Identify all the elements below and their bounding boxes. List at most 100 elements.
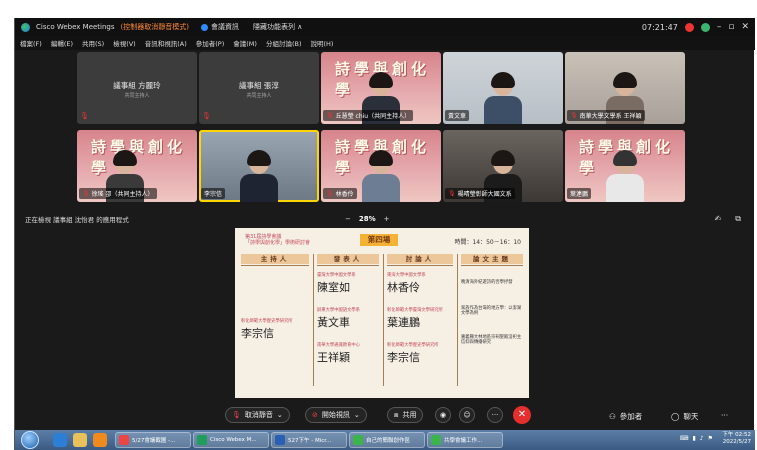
system-clock[interactable]: 下午 02:52 2022/5/27 — [722, 432, 751, 446]
annotate-icon[interactable]: ✍ — [715, 214, 722, 224]
more-options-button[interactable]: ··· — [487, 407, 503, 423]
view-options-icon[interactable]: ⧉ — [735, 214, 741, 224]
start-video-button[interactable]: ⊘ 開始視訊 ⌄ — [305, 407, 367, 423]
paper-topic: 嘉義縣大林地區宗祠聖殿沒祀主信仰與傳播研究 — [461, 334, 522, 346]
windows-taskbar: 5/27會議截圖 -... Cisco Webex M... 527下午 - M… — [15, 430, 755, 450]
participant-name: 葉連鵬 — [570, 191, 589, 198]
menu-bar: 檔案(F) 編輯(E) 共用(S) 檢視(V) 音訊和視訊(A) 參加者(P) … — [15, 36, 755, 50]
video-tile[interactable]: 議事組 張淳 共同主持人 🎙︎ — [199, 52, 319, 124]
info-icon — [201, 23, 208, 31]
network-icon[interactable]: ▮ — [692, 435, 695, 442]
menu-share[interactable]: 共用(S) — [82, 38, 104, 48]
person-name: 葉連鵬 — [387, 316, 420, 329]
video-tile[interactable]: 黃文車 — [443, 52, 563, 124]
chevron-down-icon[interactable]: ⌄ — [277, 411, 283, 419]
mute-status-text: (控制器取消靜音模式) — [120, 23, 189, 31]
video-tile-active-speaker[interactable]: 李宗信 — [199, 130, 319, 202]
leave-meeting-button[interactable]: ✕ — [513, 406, 531, 424]
record-button[interactable]: ◉ — [435, 407, 451, 423]
slide-header-line2: 「詩學與創化學」學術研討會 — [245, 240, 311, 246]
connection-icon[interactable] — [700, 22, 710, 32]
participant-label: 🎙︎ 丘慧瑩 chiu（共同主持人） — [323, 110, 414, 121]
zoom-level[interactable]: 28% — [359, 215, 376, 223]
taskbar-item[interactable]: Cisco Webex M... — [193, 432, 269, 448]
video-tile[interactable]: 🎙︎ 南華大學文學系 王祥穎 — [565, 52, 685, 124]
hide-menu-button[interactable]: 隱藏功能表列 ∧ — [253, 22, 302, 32]
taskbar-item[interactable]: 527下午 - Micr... — [271, 432, 347, 448]
affiliation: 東海大學中國文學系 — [387, 273, 426, 278]
flag-icon[interactable]: ⚑ — [708, 435, 713, 442]
more-panels-button[interactable]: ··· — [721, 411, 728, 420]
language-icon[interactable]: ⌨ — [680, 435, 689, 442]
column-head: 論文主題 — [461, 254, 523, 264]
participants-panel-button[interactable]: ⚇ 參加者 — [609, 411, 642, 422]
folder-icon[interactable] — [73, 433, 87, 447]
chevron-down-icon[interactable]: ⌄ — [354, 411, 360, 419]
participant-name: 議事組 方麗玲 — [113, 81, 161, 90]
unmute-label: 取消靜音 — [244, 411, 273, 419]
menu-edit[interactable]: 編輯(E) — [51, 38, 73, 48]
participant-role: 共同主持人 — [124, 93, 150, 99]
system-tray-icons: ⌨ ▮ ♪ ⚑ — [680, 435, 713, 442]
person-name: 林香伶 — [387, 281, 420, 294]
person-name: 陳室如 — [317, 281, 350, 294]
video-tile[interactable]: 議事組 方麗玲 共同主持人 🎙︎ — [77, 52, 197, 124]
clock-time: 下午 02:52 — [722, 432, 751, 438]
menu-view[interactable]: 檢視(V) — [113, 38, 136, 48]
menu-participants[interactable]: 參加者(P) — [196, 38, 225, 48]
column-divider — [383, 254, 384, 386]
menu-breakout[interactable]: 分組討論(B) — [266, 38, 302, 48]
column-head: 發表人 — [317, 254, 379, 264]
column-divider — [457, 254, 458, 386]
topics-column: 論文主題 晚清海外紀遊詩的否學抒發 家族作為台灣的地方學：以澎湖文學為例 嘉義縣… — [461, 254, 523, 346]
zoom-out-button[interactable]: − — [345, 215, 351, 223]
muted-mic-icon: 🎙︎ — [82, 190, 90, 197]
menu-file[interactable]: 檔案(F) — [20, 38, 42, 48]
participant-name: 黃文車 — [448, 113, 467, 120]
zoom-control: − 28% + — [345, 215, 390, 223]
participant-video — [484, 72, 522, 124]
video-tile[interactable]: 詩學與創化學 葉連鵬 — [565, 130, 685, 202]
participant-name: 楊晴瑩彰師大國文系 — [457, 191, 512, 198]
zoom-in-button[interactable]: + — [384, 215, 390, 223]
media-player-icon[interactable] — [93, 433, 107, 447]
chat-label: 聊天 — [683, 412, 699, 421]
shared-content-slide: 第31屆詩學會議 「詩學與創化學」學術研討會 第四場 時間：14：50－16：1… — [235, 228, 529, 398]
session-round-badge: 第四場 — [360, 234, 398, 246]
menu-help[interactable]: 說明(H) — [310, 38, 333, 48]
line-icon — [353, 435, 363, 445]
viewing-text: 正在檢視 議事組 沈怡君 的應用程式 — [25, 216, 129, 224]
video-tile[interactable]: 🎙︎ 楊晴瑩彰師大國文系 — [443, 130, 563, 202]
menu-meeting[interactable]: 會議(M) — [233, 38, 257, 48]
participant-video — [362, 150, 400, 202]
affiliation: 臺灣大學中國文學系 — [317, 273, 356, 278]
taskbar-item[interactable]: 5/27會議截圖 -... — [115, 432, 191, 448]
reactions-button[interactable]: ☺ — [459, 407, 475, 423]
affiliation: 彰化師範大學歷史學研究所 — [241, 319, 293, 324]
video-tile[interactable]: 詩學與創化學 🎙︎ 徐瑤 卲（共同主持人） — [77, 130, 197, 202]
muted-mic-icon: 🎙︎ — [448, 190, 456, 197]
line-icon — [431, 435, 441, 445]
menu-audio-video[interactable]: 音訊和視訊(A) — [145, 38, 187, 48]
muted-mic-icon: 🎙︎ — [326, 112, 334, 119]
recording-icon[interactable] — [684, 22, 694, 32]
chat-panel-button[interactable]: ◯ 聊天 — [671, 411, 698, 422]
column-head: 討論人 — [387, 254, 453, 264]
ie-icon[interactable] — [53, 433, 67, 447]
close-button[interactable]: ✕ — [741, 22, 749, 32]
participant-name: 李宗信 — [204, 191, 223, 198]
meeting-clock: 07:21:47 — [641, 22, 678, 32]
unmute-button[interactable]: 🎙︎ 取消靜音 ⌄ — [225, 407, 290, 423]
meeting-info-button[interactable]: 會議資訊 — [201, 22, 239, 32]
share-button[interactable]: ⧈ 共用 — [387, 407, 424, 423]
video-tile[interactable]: 詩學與創化學 🎙︎ 林香伶 — [321, 130, 441, 202]
video-tile[interactable]: 詩學與創化學 🎙︎ 丘慧瑩 chiu（共同主持人） — [321, 52, 441, 124]
minimize-button[interactable]: – — [717, 22, 722, 32]
share-view-bar: 正在檢視 議事組 沈怡君 的應用程式 − 28% + ✍ ⧉ — [15, 210, 755, 228]
maximize-button[interactable]: ▫ — [728, 22, 734, 32]
person-name: 李宗信 — [387, 351, 420, 364]
taskbar-item[interactable]: 自己的簡聯創作區 — [349, 432, 425, 448]
start-button[interactable] — [21, 431, 39, 449]
taskbar-item[interactable]: 共學會議工作... — [427, 432, 503, 448]
volume-icon[interactable]: ♪ — [700, 435, 704, 442]
